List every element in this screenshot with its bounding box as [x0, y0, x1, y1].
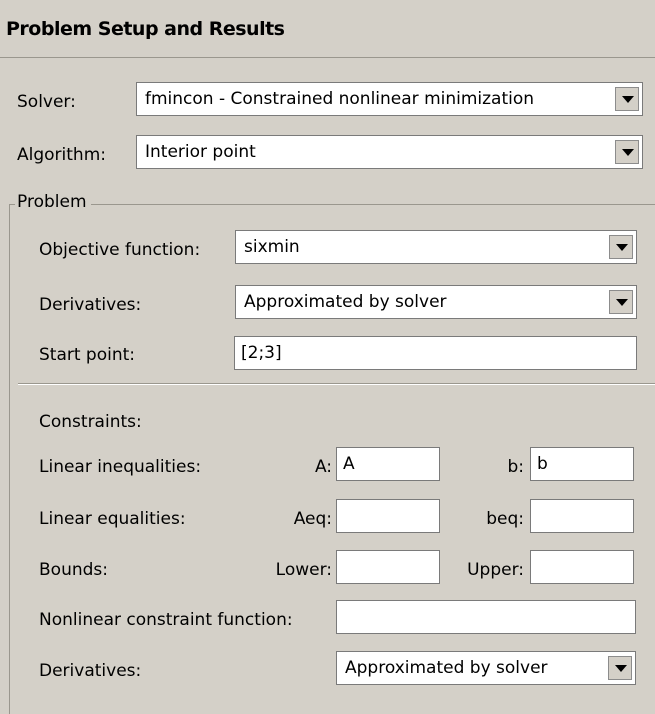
b-input[interactable]: b: [530, 447, 634, 481]
algorithm-dropdown[interactable]: Interior point: [136, 135, 643, 169]
solver-value: fmincon - Constrained nonlinear minimiza…: [145, 89, 535, 109]
start-point-input[interactable]: [2;3]: [234, 336, 637, 370]
upper-bound-input[interactable]: [530, 550, 634, 584]
chevron-down-icon: [622, 96, 634, 103]
constraint-derivatives-dropdown[interactable]: Approximated by solver: [336, 651, 636, 685]
panel-title: Problem Setup and Results: [6, 18, 285, 40]
chevron-down-icon: [615, 665, 627, 672]
problem-group-title: Problem: [15, 192, 91, 212]
a-input[interactable]: A: [336, 447, 440, 481]
objective-function-dropdown[interactable]: sixmin: [235, 230, 637, 264]
a-label: A:: [314, 457, 332, 477]
derivatives-value: Approximated by solver: [244, 292, 447, 312]
start-point-value: [2;3]: [241, 343, 282, 363]
objective-function-value: sixmin: [244, 237, 300, 257]
objective-function-dropdown-button[interactable]: [609, 235, 633, 259]
objective-function-label: Objective function:: [39, 240, 201, 260]
algorithm-value: Interior point: [145, 142, 256, 162]
b-value: b: [537, 454, 548, 474]
linear-inequalities-label: Linear inequalities:: [39, 457, 202, 477]
constraints-label: Constraints:: [39, 412, 142, 432]
aeq-label: Aeq:: [293, 509, 332, 529]
linear-equalities-label: Linear equalities:: [39, 509, 186, 529]
solver-dropdown-button[interactable]: [615, 87, 639, 111]
upper-label: Upper:: [467, 560, 524, 580]
constraint-derivatives-dropdown-button[interactable]: [608, 656, 632, 680]
lower-bound-input[interactable]: [336, 550, 440, 584]
solver-label: Solver:: [17, 92, 76, 112]
derivatives-dropdown[interactable]: Approximated by solver: [235, 285, 637, 319]
aeq-input[interactable]: [336, 499, 440, 533]
beq-label: beq:: [486, 509, 524, 529]
constraint-derivatives-value: Approximated by solver: [345, 658, 548, 678]
nonlinear-constraint-input[interactable]: [336, 600, 636, 634]
chevron-down-icon: [616, 244, 628, 251]
beq-input[interactable]: [530, 499, 634, 533]
b-label: b:: [507, 457, 524, 477]
panel-header: Problem Setup and Results: [0, 0, 655, 58]
constraint-derivatives-label: Derivatives:: [39, 661, 142, 681]
algorithm-dropdown-button[interactable]: [615, 140, 639, 164]
derivatives-label: Derivatives:: [39, 295, 142, 315]
nonlinear-constraint-label: Nonlinear constraint function:: [39, 610, 293, 630]
start-point-label: Start point:: [39, 345, 136, 365]
derivatives-dropdown-button[interactable]: [609, 290, 633, 314]
algorithm-label: Algorithm:: [17, 145, 106, 165]
lower-label: Lower:: [275, 560, 332, 580]
chevron-down-icon: [616, 299, 628, 306]
chevron-down-icon: [622, 149, 634, 156]
solver-dropdown[interactable]: fmincon - Constrained nonlinear minimiza…: [136, 82, 643, 116]
a-value: A: [343, 454, 355, 474]
section-divider: [18, 383, 655, 385]
bounds-label: Bounds:: [39, 560, 108, 580]
